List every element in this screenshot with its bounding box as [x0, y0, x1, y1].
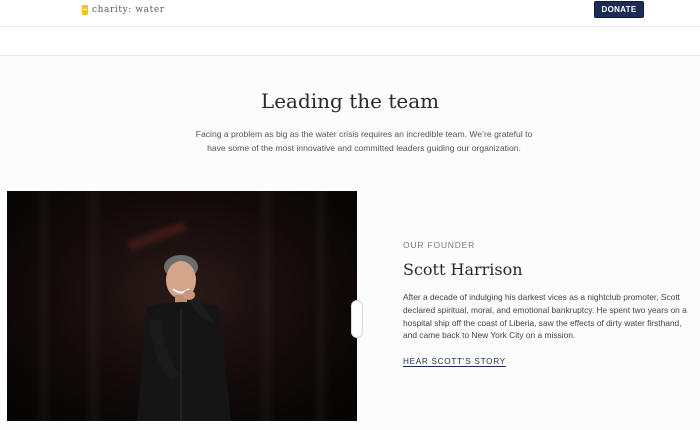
- founder-label: OUR FOUNDER: [403, 240, 476, 250]
- founder-figure: [137, 255, 231, 421]
- jerrycan-icon: [82, 5, 88, 15]
- curtain-fold: [312, 191, 330, 421]
- donate-button[interactable]: DONATE: [594, 1, 644, 18]
- founder-bio: After a decade of indulging his darkest …: [403, 292, 687, 341]
- founder-name: Scott Harrison: [403, 260, 523, 279]
- top-header: charity: water DONATE: [0, 0, 700, 27]
- charity-water-logo[interactable]: charity: water: [82, 5, 165, 15]
- stage-light: [127, 221, 187, 251]
- curtain-fold: [35, 191, 53, 421]
- founder-photo: [7, 191, 357, 421]
- intro-text: Facing a problem as big as the water cri…: [195, 129, 533, 153]
- curtain-fold: [85, 191, 103, 421]
- hear-story-link[interactable]: HEAR SCOTT’S STORY: [403, 357, 506, 366]
- page-title: Leading the team: [260, 89, 440, 113]
- brand-name: charity: water: [92, 5, 165, 15]
- curtain-fold: [257, 191, 275, 421]
- carousel-handle[interactable]: [351, 300, 363, 338]
- subnav-bar: [0, 27, 700, 56]
